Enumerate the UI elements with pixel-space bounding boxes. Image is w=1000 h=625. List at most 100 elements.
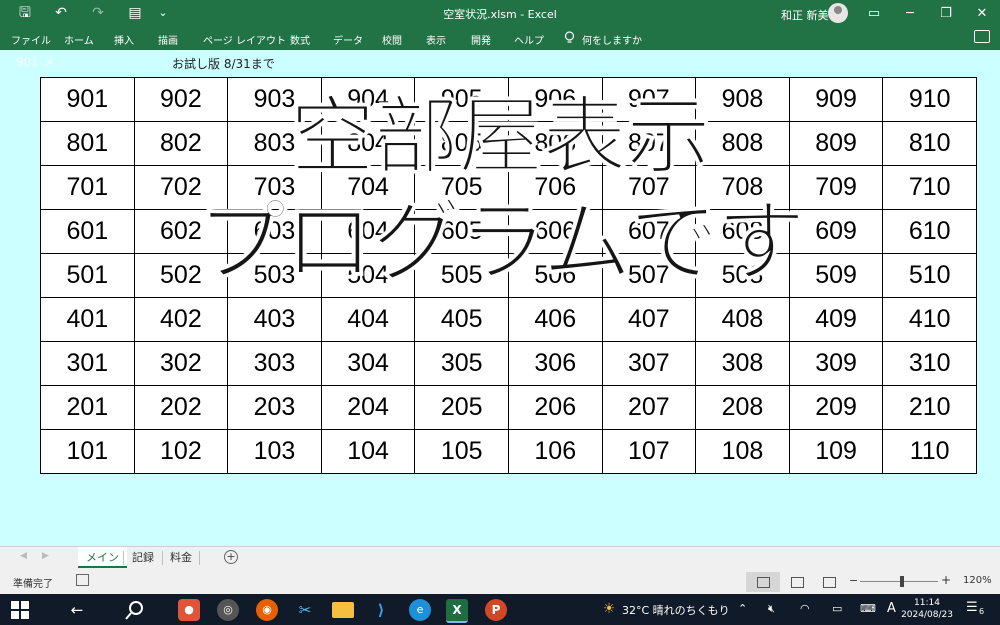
room-cell[interactable]: 908 <box>695 77 790 122</box>
keyboard-icon[interactable]: ⌨ <box>860 602 876 615</box>
room-cell[interactable]: 509 <box>788 253 884 298</box>
scroll-tabs-right-icon[interactable]: ▶ <box>42 551 49 561</box>
room-cell[interactable]: 805 <box>414 121 509 166</box>
avatar[interactable] <box>828 3 848 23</box>
zoom-in-button[interactable]: + <box>941 573 951 587</box>
room-cell[interactable]: 110 <box>882 429 977 474</box>
room-cell[interactable]: 706 <box>507 165 603 210</box>
room-cell[interactable]: 806 <box>507 121 603 166</box>
room-cell[interactable]: 508 <box>695 253 790 298</box>
room-cell[interactable]: 607 <box>601 209 697 254</box>
room-cell[interactable]: 210 <box>882 385 977 430</box>
room-cell[interactable]: 207 <box>601 385 697 430</box>
room-cell[interactable]: 504 <box>320 253 416 298</box>
room-cell[interactable]: 102 <box>133 429 229 474</box>
room-cell[interactable]: 701 <box>40 165 135 210</box>
notification-icon[interactable]: ☰ <box>966 600 978 615</box>
zoom-slider[interactable] <box>860 581 938 582</box>
tab-file[interactable]: ファイル <box>11 32 51 47</box>
snip-icon[interactable]: ✂ <box>294 599 316 621</box>
room-cell[interactable]: 306 <box>507 341 603 386</box>
back-arrow-icon[interactable]: ← <box>66 599 88 621</box>
user-name[interactable]: 和正 新美 <box>781 7 829 23</box>
room-cell[interactable]: 301 <box>40 341 135 386</box>
ribbon-display-options-icon[interactable]: ▭ <box>857 0 891 27</box>
tab-view[interactable]: 表示 <box>426 32 446 47</box>
tab-developer[interactable]: 開発 <box>471 32 491 47</box>
room-cell[interactable]: 206 <box>507 385 603 430</box>
room-cell[interactable]: 109 <box>788 429 884 474</box>
room-cell[interactable]: 503 <box>227 253 322 298</box>
room-cell[interactable]: 904 <box>320 77 416 122</box>
room-cell[interactable]: 709 <box>788 165 884 210</box>
speaker-muted-icon[interactable]: 🔇︎ <box>768 602 775 616</box>
customize-qat-icon[interactable]: ⌄ <box>152 4 174 22</box>
room-cell[interactable]: 103 <box>227 429 322 474</box>
room-cell[interactable]: 705 <box>414 165 509 210</box>
zoom-slider-handle[interactable] <box>900 576 904 587</box>
room-cell[interactable]: 704 <box>320 165 416 210</box>
room-cell[interactable]: 801 <box>40 121 135 166</box>
comments-icon[interactable] <box>974 30 990 43</box>
room-cell[interactable]: 905 <box>414 77 509 122</box>
room-cell[interactable]: 405 <box>414 297 509 342</box>
undo-icon[interactable]: ↶ <box>50 4 72 22</box>
room-cell[interactable]: 209 <box>788 385 884 430</box>
room-cell[interactable]: 309 <box>788 341 884 386</box>
room-cell[interactable]: 902 <box>133 77 229 122</box>
room-cell[interactable]: 204 <box>320 385 416 430</box>
tab-page-layout[interactable]: ページ レイアウト <box>203 32 286 47</box>
room-cell[interactable]: 105 <box>414 429 509 474</box>
tab-home[interactable]: ホーム <box>64 32 94 47</box>
room-cell[interactable]: 808 <box>695 121 790 166</box>
room-cell[interactable]: 506 <box>507 253 603 298</box>
room-cell[interactable]: 106 <box>507 429 603 474</box>
windows-start-icon[interactable] <box>10 600 32 622</box>
restore-button[interactable]: ❐ <box>929 0 963 27</box>
file-explorer-icon[interactable] <box>332 602 354 618</box>
room-cell[interactable]: 408 <box>695 297 790 342</box>
zoom-out-button[interactable]: − <box>849 574 858 587</box>
room-cell[interactable]: 205 <box>414 385 509 430</box>
room-cell[interactable]: 501 <box>40 253 135 298</box>
scroll-tabs-left-icon[interactable]: ◀ <box>20 551 27 561</box>
room-cell[interactable]: 907 <box>601 77 697 122</box>
weather-icon[interactable]: ☀ <box>598 598 620 620</box>
chevron-up-icon[interactable]: ⌃ <box>738 602 747 615</box>
room-cell[interactable]: 605 <box>414 209 509 254</box>
room-cell[interactable]: 710 <box>882 165 977 210</box>
room-cell[interactable]: 305 <box>414 341 509 386</box>
room-cell[interactable]: 409 <box>788 297 884 342</box>
room-cell[interactable]: 108 <box>695 429 790 474</box>
room-cell[interactable]: 404 <box>320 297 416 342</box>
room-cell[interactable]: 910 <box>882 77 977 122</box>
save-icon[interactable]: 🖫 <box>14 4 36 22</box>
room-cell[interactable]: 310 <box>882 341 977 386</box>
room-cell[interactable]: 707 <box>601 165 697 210</box>
room-cell[interactable]: 101 <box>40 429 135 474</box>
weather-text[interactable]: 32°C 晴れのちくもり <box>622 602 730 618</box>
room-cell[interactable]: 303 <box>227 341 322 386</box>
room-cell[interactable]: 804 <box>320 121 416 166</box>
add-sheet-button[interactable]: + <box>224 550 238 564</box>
room-cell[interactable]: 202 <box>133 385 229 430</box>
tab-review[interactable]: 校閲 <box>382 32 402 47</box>
macro-record-icon[interactable] <box>76 574 89 586</box>
page-layout-view-button[interactable] <box>780 572 814 592</box>
sheet-tab-records[interactable]: 記録 <box>124 547 162 568</box>
room-cell[interactable]: 609 <box>788 209 884 254</box>
close-button[interactable]: ✕ <box>965 0 999 27</box>
redo-icon[interactable]: ↷ <box>87 4 109 22</box>
room-cell[interactable]: 403 <box>227 297 322 342</box>
app-icon[interactable]: ● <box>178 599 200 621</box>
room-cell[interactable]: 304 <box>320 341 416 386</box>
ime-indicator[interactable]: A <box>887 601 896 616</box>
vscode-icon[interactable]: ⟩ <box>370 599 392 621</box>
powerpoint-icon[interactable]: P <box>485 599 507 621</box>
room-cell[interactable]: 903 <box>227 77 322 122</box>
room-cell[interactable]: 802 <box>133 121 229 166</box>
room-cell[interactable]: 507 <box>601 253 697 298</box>
tab-draw[interactable]: 描画 <box>158 32 178 47</box>
room-cell[interactable]: 610 <box>882 209 977 254</box>
sheet-tab-main[interactable]: メイン <box>78 547 127 568</box>
